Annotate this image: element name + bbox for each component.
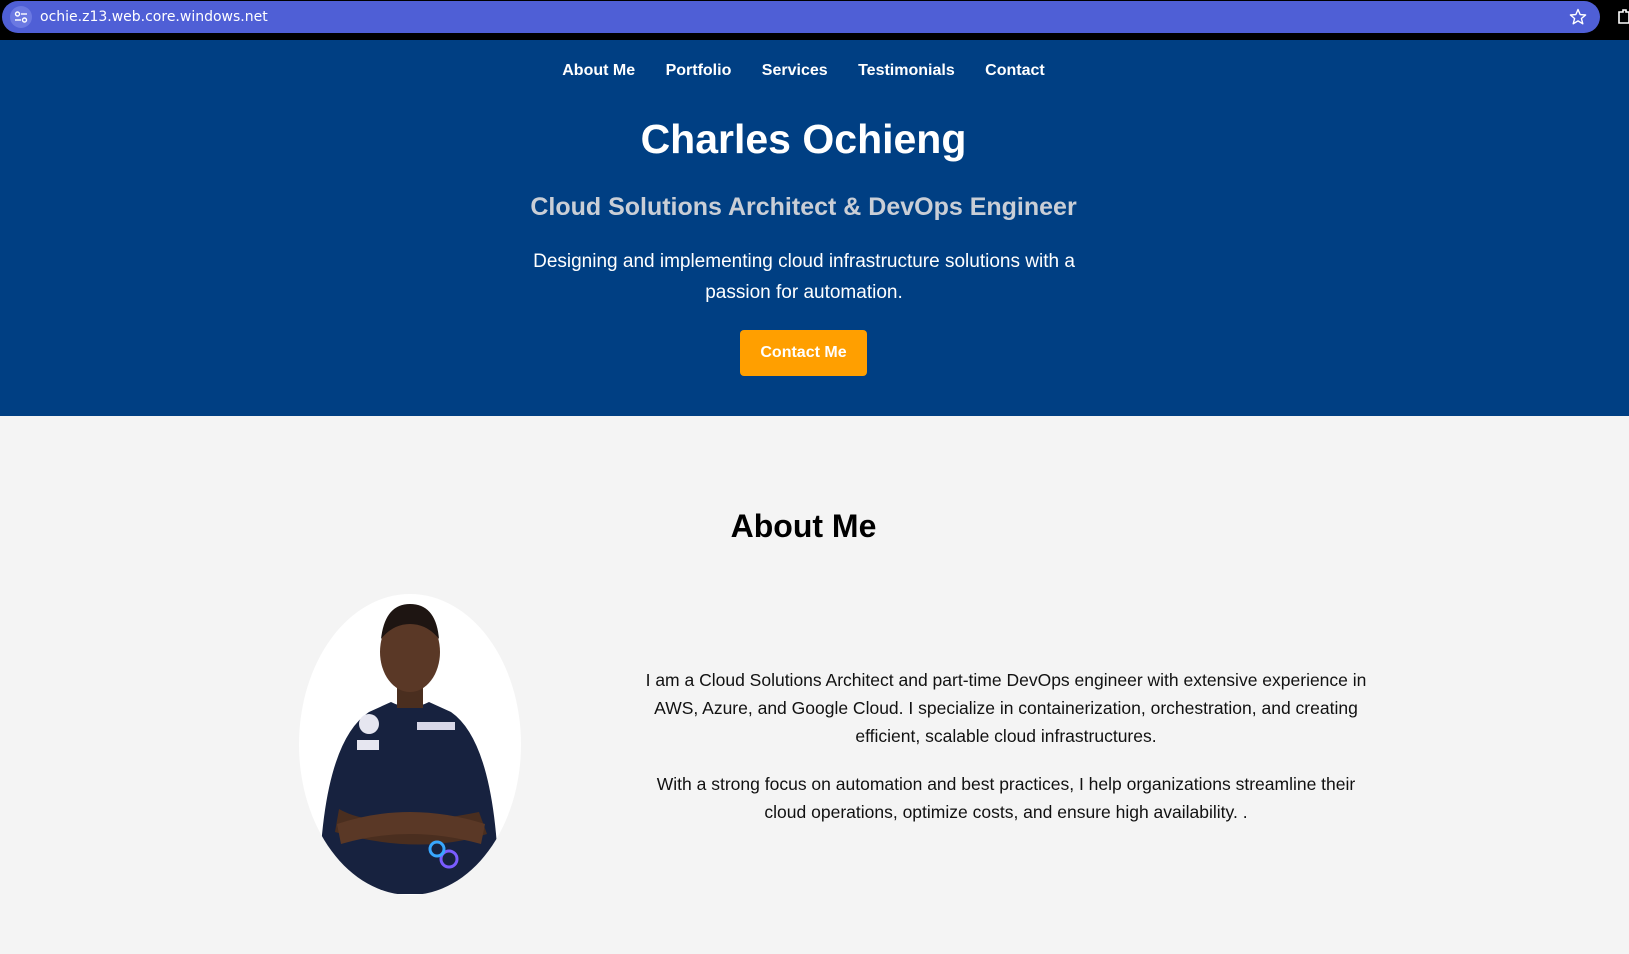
extensions-icon[interactable] bbox=[1617, 8, 1629, 26]
contact-me-button[interactable]: Contact Me bbox=[740, 330, 867, 376]
hero-section: About Me Portfolio Services Testimonials… bbox=[0, 40, 1629, 416]
about-text: I am a Cloud Solutions Architect and par… bbox=[640, 666, 1372, 846]
nav-services[interactable]: Services bbox=[762, 62, 828, 79]
hero-name: Charles Ochieng bbox=[640, 116, 967, 162]
main-nav: About Me Portfolio Services Testimonials… bbox=[0, 62, 1607, 80]
profile-photo bbox=[299, 594, 521, 895]
about-paragraph: With a strong focus on automation and be… bbox=[656, 774, 1356, 822]
nav-testimonials[interactable]: Testimonials bbox=[858, 62, 955, 79]
site-settings-icon[interactable] bbox=[10, 6, 32, 28]
url-text[interactable]: ochie.z13.web.core.windows.net bbox=[40, 9, 268, 25]
nav-contact[interactable]: Contact bbox=[985, 62, 1045, 79]
hero-subtitle: Cloud Solutions Architect & DevOps Engin… bbox=[530, 193, 1077, 221]
nav-portfolio[interactable]: Portfolio bbox=[666, 62, 732, 79]
hero-tagline: Designing and implementing cloud infrast… bbox=[533, 251, 1075, 303]
address-bar[interactable]: ochie.z13.web.core.windows.net bbox=[2, 1, 1600, 33]
browser-toolbar: ochie.z13.web.core.windows.net bbox=[0, 0, 1629, 38]
about-paragraph: I am a Cloud Solutions Architect and par… bbox=[645, 670, 1367, 746]
bookmark-star-icon[interactable] bbox=[1568, 7, 1588, 27]
about-section: About Me I am a Cloud Solutions Architec… bbox=[0, 416, 1629, 954]
person-illustration bbox=[319, 604, 499, 894]
nav-about-me[interactable]: About Me bbox=[562, 62, 635, 79]
about-heading: About Me bbox=[730, 508, 877, 544]
